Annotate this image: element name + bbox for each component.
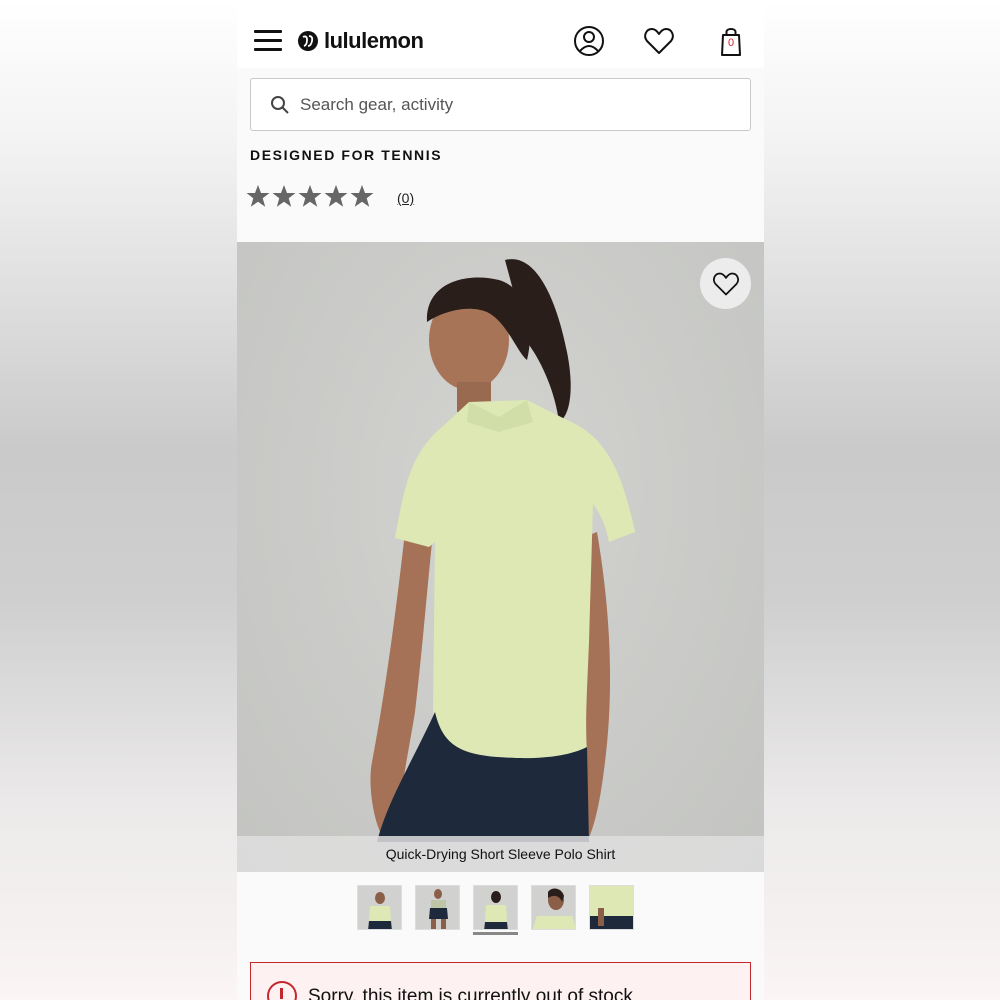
product-tagline: DESIGNED FOR TENNIS	[250, 147, 443, 163]
bag-count-badge: 0	[727, 37, 735, 49]
image-caption-bar: Quick-Drying Short Sleeve Polo Shirt	[237, 836, 764, 872]
thumbnail-3[interactable]	[473, 885, 518, 930]
image-thumbnails	[357, 885, 647, 930]
image-caption: Quick-Drying Short Sleeve Polo Shirt	[385, 846, 616, 862]
star-icon	[298, 185, 322, 207]
account-icon[interactable]	[572, 24, 606, 58]
out-of-stock-alert: Sorry, this item is currently out of sto…	[250, 962, 751, 1000]
thumbnail-4[interactable]	[531, 885, 576, 930]
search-icon	[271, 96, 289, 114]
star-icon	[350, 185, 374, 207]
star-icon	[272, 185, 296, 207]
brand-name: lululemon	[324, 28, 424, 53]
thumbnail-2[interactable]	[415, 885, 460, 930]
heart-icon	[712, 272, 739, 295]
search-input[interactable]: Search gear, activity	[250, 78, 751, 131]
lululemon-logo-icon	[298, 31, 318, 51]
brand-logo[interactable]: lululemon	[298, 28, 424, 54]
hamburger-icon[interactable]	[254, 30, 282, 52]
shopping-bag-icon[interactable]: 0	[714, 24, 748, 58]
product-image[interactable]: Quick-Drying Short Sleeve Polo Shirt	[237, 242, 764, 872]
star-icon	[324, 185, 348, 207]
active-thumbnail-indicator	[473, 932, 518, 935]
add-to-wishlist-button[interactable]	[700, 258, 751, 309]
thumbnail-1[interactable]	[357, 885, 402, 930]
thumbnail-5[interactable]	[589, 885, 634, 930]
rating-stars	[246, 183, 376, 209]
model-illustration	[370, 259, 635, 842]
wishlist-heart-icon[interactable]	[642, 24, 676, 58]
mobile-page: lululemon 0 Search gear, activity DESIGN…	[237, 0, 764, 1000]
review-count-link[interactable]: (0)	[397, 190, 414, 206]
alert-icon	[267, 981, 297, 1000]
star-icon	[246, 185, 270, 207]
out-of-stock-message: Sorry, this item is currently out of sto…	[308, 986, 633, 1000]
top-navigation: lululemon 0	[237, 0, 764, 68]
search-placeholder: Search gear, activity	[300, 95, 454, 114]
